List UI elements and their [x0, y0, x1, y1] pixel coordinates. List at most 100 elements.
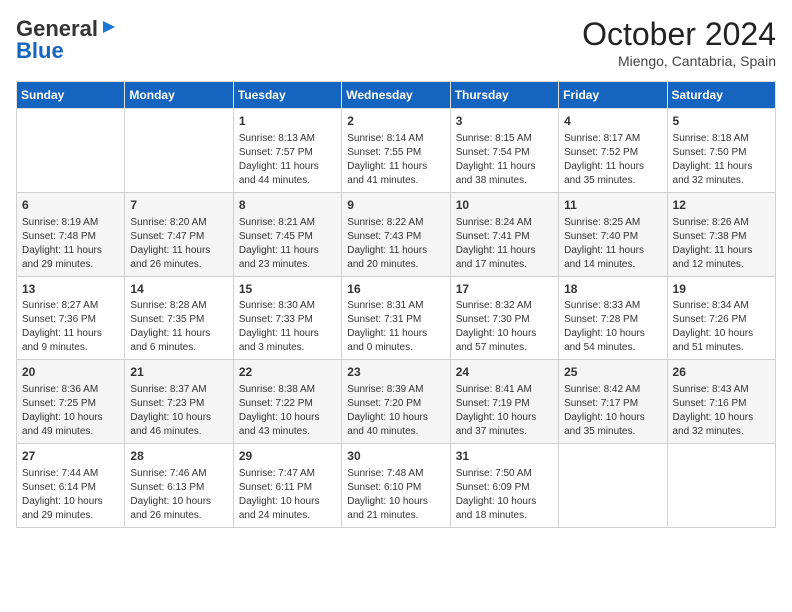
day-info: Sunrise: 8:31 AM Sunset: 7:31 PM Dayligh… [347, 299, 444, 355]
day-info: Sunrise: 8:43 AM Sunset: 7:16 PM Dayligh… [673, 383, 770, 439]
calendar-cell: 12Sunrise: 8:26 AM Sunset: 7:38 PM Dayli… [667, 192, 775, 276]
calendar-cell: 6 Sunrise: 8:19 AM Sunset: 7:48 PM Daylig… [17, 192, 125, 276]
day-number: 8 [239, 197, 336, 214]
day-number: 22 [239, 364, 336, 381]
calendar-cell [17, 109, 125, 193]
calendar-cell: 5 Sunrise: 8:18 AM Sunset: 7:50 PM Daylig… [667, 109, 775, 193]
day-info: Sunrise: 8:13 AM Sunset: 7:57 PM Dayligh… [239, 132, 336, 188]
calendar-cell: 26Sunrise: 8:43 AM Sunset: 7:16 PM Dayli… [667, 360, 775, 444]
day-number: 27 [22, 448, 119, 465]
day-number: 7 [130, 197, 227, 214]
day-info: Sunrise: 8:36 AM Sunset: 7:25 PM Dayligh… [22, 383, 119, 439]
calendar-cell [125, 109, 233, 193]
weekday-header-friday: Friday [559, 82, 667, 109]
day-info: Sunrise: 7:44 AM Sunset: 6:14 PM Dayligh… [22, 467, 119, 523]
calendar-cell: 30 Sunrise: 7:48 AM Sunset: 6:10 PM Dayli… [342, 444, 450, 528]
day-number: 23 [347, 364, 444, 381]
weekday-header-sunday: Sunday [17, 82, 125, 109]
day-info: Sunrise: 8:32 AM Sunset: 7:30 PM Dayligh… [456, 299, 553, 355]
calendar-week-4: 20 Sunrise: 8:36 AM Sunset: 7:25 PM Dayli… [17, 360, 776, 444]
calendar-cell: 24 Sunrise: 8:41 AM Sunset: 7:19 PM Dayli… [450, 360, 558, 444]
day-number: 17 [456, 281, 553, 298]
calendar-week-2: 6 Sunrise: 8:19 AM Sunset: 7:48 PM Daylig… [17, 192, 776, 276]
day-info: Sunrise: 7:48 AM Sunset: 6:10 PM Dayligh… [347, 467, 444, 523]
day-info: Sunrise: 8:34 AM Sunset: 7:26 PM Dayligh… [673, 299, 770, 355]
day-number: 10 [456, 197, 553, 214]
calendar-cell [667, 444, 775, 528]
calendar-cell: 16Sunrise: 8:31 AM Sunset: 7:31 PM Dayli… [342, 276, 450, 360]
page-header: General Blue October 2024 Miengo, Cantab… [16, 16, 776, 69]
calendar-cell: 9 Sunrise: 8:22 AM Sunset: 7:43 PM Daylig… [342, 192, 450, 276]
day-number: 28 [130, 448, 227, 465]
day-info: Sunrise: 8:18 AM Sunset: 7:50 PM Dayligh… [673, 132, 770, 188]
calendar-cell: 11Sunrise: 8:25 AM Sunset: 7:40 PM Dayli… [559, 192, 667, 276]
calendar-cell: 19Sunrise: 8:34 AM Sunset: 7:26 PM Dayli… [667, 276, 775, 360]
day-info: Sunrise: 8:20 AM Sunset: 7:47 PM Dayligh… [130, 216, 227, 272]
day-info: Sunrise: 8:42 AM Sunset: 7:17 PM Dayligh… [564, 383, 661, 439]
day-number: 30 [347, 448, 444, 465]
calendar-cell: 4Sunrise: 8:17 AM Sunset: 7:52 PM Daylig… [559, 109, 667, 193]
day-info: Sunrise: 8:25 AM Sunset: 7:40 PM Dayligh… [564, 216, 661, 272]
day-info: Sunrise: 8:37 AM Sunset: 7:23 PM Dayligh… [130, 383, 227, 439]
logo-text-blue: Blue [16, 38, 64, 64]
day-info: Sunrise: 8:26 AM Sunset: 7:38 PM Dayligh… [673, 216, 770, 272]
logo-arrow-icon [101, 19, 117, 40]
calendar-cell: 1 Sunrise: 8:13 AM Sunset: 7:57 PM Daylig… [233, 109, 341, 193]
day-info: Sunrise: 8:41 AM Sunset: 7:19 PM Dayligh… [456, 383, 553, 439]
day-number: 4 [564, 113, 661, 130]
weekday-header-saturday: Saturday [667, 82, 775, 109]
calendar-week-1: 1 Sunrise: 8:13 AM Sunset: 7:57 PM Daylig… [17, 109, 776, 193]
weekday-header-tuesday: Tuesday [233, 82, 341, 109]
calendar-week-5: 27 Sunrise: 7:44 AM Sunset: 6:14 PM Dayli… [17, 444, 776, 528]
calendar-table: SundayMondayTuesdayWednesdayThursdayFrid… [16, 81, 776, 528]
weekday-header-wednesday: Wednesday [342, 82, 450, 109]
day-info: Sunrise: 8:24 AM Sunset: 7:41 PM Dayligh… [456, 216, 553, 272]
day-info: Sunrise: 7:47 AM Sunset: 6:11 PM Dayligh… [239, 467, 336, 523]
day-number: 24 [456, 364, 553, 381]
calendar-header: SundayMondayTuesdayWednesdayThursdayFrid… [17, 82, 776, 109]
day-info: Sunrise: 8:30 AM Sunset: 7:33 PM Dayligh… [239, 299, 336, 355]
day-number: 13 [22, 281, 119, 298]
logo: General Blue [16, 16, 117, 64]
month-title: October 2024 [582, 16, 776, 53]
day-number: 31 [456, 448, 553, 465]
calendar-cell: 25 Sunrise: 8:42 AM Sunset: 7:17 PM Dayli… [559, 360, 667, 444]
day-info: Sunrise: 8:33 AM Sunset: 7:28 PM Dayligh… [564, 299, 661, 355]
day-number: 15 [239, 281, 336, 298]
day-info: Sunrise: 8:22 AM Sunset: 7:43 PM Dayligh… [347, 216, 444, 272]
day-number: 9 [347, 197, 444, 214]
calendar-cell: 29Sunrise: 7:47 AM Sunset: 6:11 PM Dayli… [233, 444, 341, 528]
calendar-body: 1 Sunrise: 8:13 AM Sunset: 7:57 PM Daylig… [17, 109, 776, 528]
calendar-cell [559, 444, 667, 528]
day-info: Sunrise: 8:19 AM Sunset: 7:48 PM Dayligh… [22, 216, 119, 272]
calendar-cell: 10 Sunrise: 8:24 AM Sunset: 7:41 PM Dayli… [450, 192, 558, 276]
calendar-cell: 3 Sunrise: 8:15 AM Sunset: 7:54 PM Daylig… [450, 109, 558, 193]
day-info: Sunrise: 8:15 AM Sunset: 7:54 PM Dayligh… [456, 132, 553, 188]
calendar-cell: 21 Sunrise: 8:37 AM Sunset: 7:23 PM Dayli… [125, 360, 233, 444]
day-number: 1 [239, 113, 336, 130]
calendar-week-3: 13Sunrise: 8:27 AM Sunset: 7:36 PM Dayli… [17, 276, 776, 360]
day-number: 2 [347, 113, 444, 130]
day-number: 25 [564, 364, 661, 381]
day-info: Sunrise: 8:27 AM Sunset: 7:36 PM Dayligh… [22, 299, 119, 355]
weekday-header-row: SundayMondayTuesdayWednesdayThursdayFrid… [17, 82, 776, 109]
calendar-cell: 2Sunrise: 8:14 AM Sunset: 7:55 PM Daylig… [342, 109, 450, 193]
calendar-cell: 18Sunrise: 8:33 AM Sunset: 7:28 PM Dayli… [559, 276, 667, 360]
calendar-cell: 20 Sunrise: 8:36 AM Sunset: 7:25 PM Dayli… [17, 360, 125, 444]
day-number: 19 [673, 281, 770, 298]
day-info: Sunrise: 7:50 AM Sunset: 6:09 PM Dayligh… [456, 467, 553, 523]
day-info: Sunrise: 8:28 AM Sunset: 7:35 PM Dayligh… [130, 299, 227, 355]
day-number: 3 [456, 113, 553, 130]
calendar-cell: 14Sunrise: 8:28 AM Sunset: 7:35 PM Dayli… [125, 276, 233, 360]
day-number: 20 [22, 364, 119, 381]
calendar-cell: 17Sunrise: 8:32 AM Sunset: 7:30 PM Dayli… [450, 276, 558, 360]
day-info: Sunrise: 7:46 AM Sunset: 6:13 PM Dayligh… [130, 467, 227, 523]
day-number: 6 [22, 197, 119, 214]
day-number: 18 [564, 281, 661, 298]
calendar-cell: 27 Sunrise: 7:44 AM Sunset: 6:14 PM Dayli… [17, 444, 125, 528]
day-number: 21 [130, 364, 227, 381]
day-info: Sunrise: 8:21 AM Sunset: 7:45 PM Dayligh… [239, 216, 336, 272]
calendar-cell: 13Sunrise: 8:27 AM Sunset: 7:36 PM Dayli… [17, 276, 125, 360]
calendar-cell: 8 Sunrise: 8:21 AM Sunset: 7:45 PM Daylig… [233, 192, 341, 276]
day-number: 5 [673, 113, 770, 130]
